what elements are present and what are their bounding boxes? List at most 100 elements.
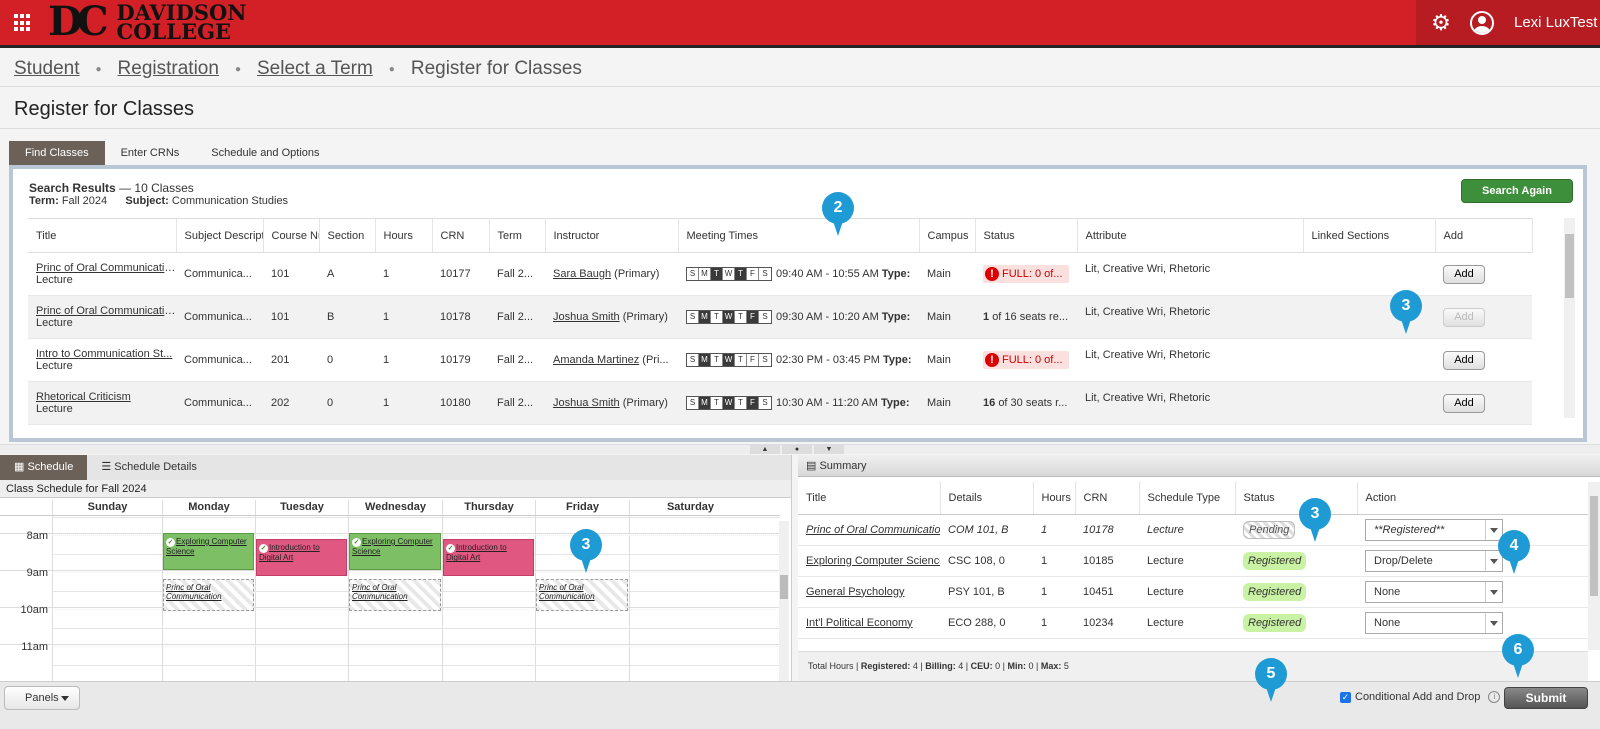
event-link[interactable]: Exploring Computer Science [166,537,247,556]
instructor-link[interactable]: Amanda Martinez [553,354,639,366]
hours-cell: 1 [375,295,432,339]
attribute-cell: Lit, Creative Wri, Rhetoric [1077,295,1303,339]
search-again-button[interactable]: Search Again [1461,179,1573,203]
instructor-link[interactable]: Joshua Smith [553,311,620,323]
gear-icon[interactable]: ⚙ [1428,10,1454,36]
course-title-link[interactable]: Rhetorical Criticism [36,391,131,403]
check-icon: ✓ [166,538,175,547]
day-box: T [711,311,723,323]
calendar-icon: ▦ [14,461,25,473]
add-button[interactable]: Add [1443,350,1485,370]
column-header: Meeting Times [678,218,920,253]
tab-schedule-details[interactable]: ☰ Schedule Details [87,455,211,480]
calendar-event[interactable]: ✓ Introduction to Digital Art [443,539,534,577]
college-logo[interactable]: DC DAVIDSON COLLEGE [48,2,247,43]
apps-grid-icon[interactable] [14,14,32,32]
schedule-type: Lecture [36,360,73,372]
event-link[interactable]: Princ of Oral Communication [166,583,222,601]
center-handle-icon[interactable]: ● [782,445,812,454]
hour-row [0,516,780,534]
column-header[interactable]: Title [28,218,177,253]
attribute-cell: Lit, Creative Wri, Rhetoric [1077,338,1303,382]
action-select[interactable]: **Registered** [1365,518,1503,541]
calendar-event[interactable]: Princ of Oral Communication [349,579,441,611]
tab-schedule-options[interactable]: Schedule and Options [195,141,335,165]
summary-hours-cell: 1 [1033,576,1075,608]
panels-button[interactable]: Panels [4,686,80,710]
event-link[interactable]: Introduction to Digital Art [259,543,320,562]
calendar-event[interactable]: Princ of Oral Communication [536,579,628,611]
status-badge: Pending [1243,520,1296,539]
column-header: Linked Sections [1303,218,1436,253]
collapse-up-icon[interactable]: ▲ [750,445,780,454]
summary-details-cell: PSY 101, B [940,576,1033,608]
add-button[interactable]: Add [1443,393,1485,413]
table-row: Rhetorical Criticism Lecture Communica... 2… [28,381,1532,425]
summary-title-link[interactable]: Princ of Oral Communication [806,524,940,536]
tab-schedule[interactable]: ▦ Schedule [0,455,88,480]
summary-title-link[interactable]: General Psychology [806,586,904,598]
tab-find-classes[interactable]: Find Classes [9,141,105,165]
event-link[interactable]: Exploring Computer Science [352,537,433,556]
breadcrumb-registration[interactable]: Registration [118,58,219,80]
course-title-link[interactable]: Intro to Communication St... [36,348,172,360]
title-cell: Princ of Oral Communication Lecture [28,252,176,296]
instructor-role: (Primary) [622,311,668,323]
crn-cell: 10177 [432,252,489,296]
breadcrumb-select-term[interactable]: Select a Term [257,58,373,80]
day-box: S [687,311,699,323]
instructor-link[interactable]: Joshua Smith [553,397,620,409]
instructor-link[interactable]: Sara Baugh [553,268,611,280]
action-select[interactable]: None [1365,611,1503,634]
day-box: T [711,268,723,280]
course-title-link[interactable]: Princ of Oral Communication [36,305,176,317]
column-header[interactable]: CRN [432,218,490,253]
action-select[interactable]: None [1365,580,1503,603]
submit-button[interactable]: Submit [1504,687,1588,709]
column-header[interactable]: Term [489,218,546,253]
day-box: M [699,397,711,409]
event-link[interactable]: Introduction to Digital Art [446,543,507,562]
action-select[interactable]: Drop/Delete [1365,549,1503,572]
meeting-times-cell: S M T W T F S 02:30 PM - 03:45 PM Type: [678,338,919,382]
term-cell: Fall 2... [489,295,545,339]
meeting-time: 02:30 PM - 03:45 PM [776,353,880,366]
tab-enter-crns[interactable]: Enter CRNs [105,141,196,165]
results-scrollbar[interactable] [1564,218,1575,418]
campus-cell: Main [919,295,975,339]
marker-3-status: 3 [1299,498,1331,542]
column-header: Campus [919,218,976,253]
calendar-scrollbar[interactable] [779,521,789,681]
collapse-down-icon[interactable]: ▼ [814,445,844,454]
summary-type-cell: Lecture [1139,545,1235,577]
status-text: of 30 seats r... [998,397,1068,409]
user-name[interactable]: Lexi LuxTest [1514,14,1597,31]
column-header[interactable]: Section [319,218,376,253]
summary-title-link[interactable]: Exploring Computer Science [806,555,940,567]
meeting-days: SMTWTFS [686,353,772,367]
summary-title-link[interactable]: Int'l Political Economy [806,617,913,629]
calendar-event[interactable]: ✓ Introduction to Digital Art [256,539,347,577]
summary-row: Int'l Political Economy ECO 288, 0 1 10234 L… [798,607,1588,639]
calendar-event[interactable]: ✓ Exploring Computer Science [349,533,441,570]
breadcrumb-student[interactable]: Student [14,58,80,80]
day-box: W [723,268,735,280]
info-icon[interactable]: i [1488,691,1501,703]
instructor-role: (Pri... [642,354,669,366]
search-results-title: Search Results [29,181,116,195]
column-header[interactable]: Course Number [263,218,320,253]
calendar-event[interactable]: ✓ Exploring Computer Science [163,533,254,570]
calendar-event[interactable]: Princ of Oral Communication [163,579,254,611]
course-title-link[interactable]: Princ of Oral Communication [36,262,176,274]
grid-line [52,516,53,681]
schedule-type: Lecture [36,403,73,415]
event-link[interactable]: Princ of Oral Communication [352,583,408,601]
add-button[interactable]: Add [1443,264,1485,284]
user-avatar-icon[interactable] [1470,10,1494,35]
summary-scrollbar[interactable] [1588,482,1600,650]
course-cell: 101 [263,295,319,339]
conditional-add-drop-checkbox[interactable]: ✓ [1340,691,1351,703]
seats-remaining: 1 [983,311,990,323]
event-link[interactable]: Princ of Oral Communication [539,583,595,601]
conditional-add-drop-label[interactable]: Conditional Add and Drop [1355,691,1480,703]
